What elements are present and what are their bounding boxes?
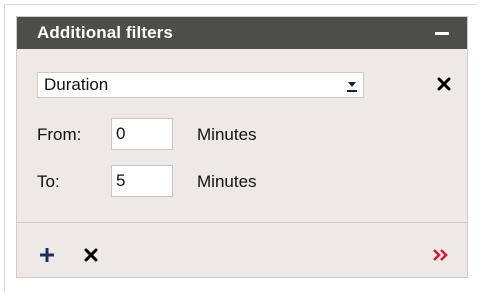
plus-icon [40,248,54,262]
to-label: To: [37,172,60,191]
from-input[interactable]: 0 [111,118,173,150]
additional-filters-panel: Additional filters Duration From: 0 Minu… [16,16,468,278]
double-chevron-right-icon [433,249,448,261]
more-options-button[interactable] [431,245,451,265]
filter-field-select[interactable]: Duration [37,72,364,98]
panel-header: Additional filters [17,17,467,49]
add-filter-button[interactable] [37,245,57,265]
dropdown-arrow-icon [347,82,357,92]
to-unit-label: Minutes [197,172,257,191]
from-label: From: [37,125,82,144]
from-unit-label: Minutes [197,125,257,144]
to-input[interactable]: 5 [111,165,173,197]
filter-field-value: Duration [44,75,109,94]
clear-filters-button[interactable] [81,245,101,265]
to-input-value: 5 [116,171,126,190]
footer-divider [17,222,467,223]
minus-icon [435,31,449,35]
from-input-value: 0 [116,124,126,143]
collapse-button[interactable] [431,22,453,44]
panel-title: Additional filters [37,23,173,42]
close-icon [437,77,451,91]
close-icon [84,248,98,262]
remove-filter-button[interactable] [435,75,453,93]
